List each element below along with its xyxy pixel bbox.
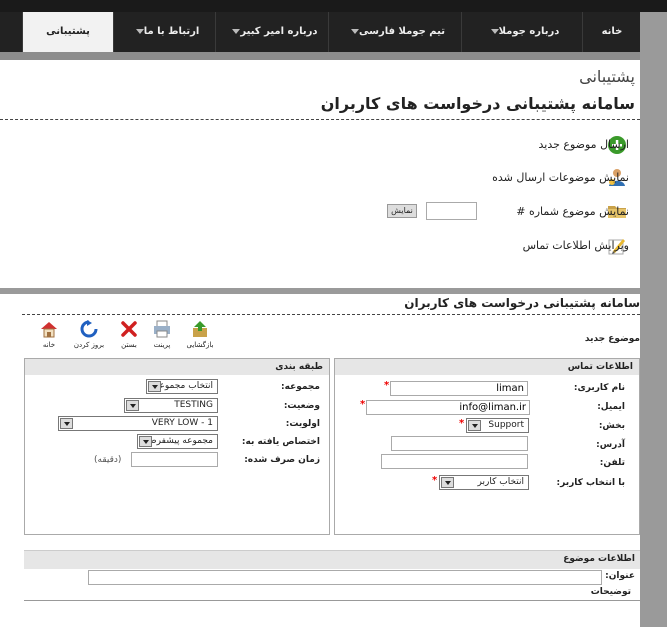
assign-select[interactable]: مجموعه پیشفرض xyxy=(137,434,218,449)
status-select[interactable]: TESTING xyxy=(124,398,218,413)
home-label: خانه xyxy=(42,341,56,349)
nav-tab-amirkabir[interactable]: درباره امیر کبیر xyxy=(215,12,328,52)
nav-tab-support[interactable]: پشتیبانی xyxy=(22,12,113,52)
username-label: نام کاربری: xyxy=(573,383,625,393)
section-gap xyxy=(0,288,640,294)
home-icon[interactable] xyxy=(40,320,58,338)
address-input[interactable] xyxy=(391,436,528,451)
close-icon[interactable] xyxy=(120,320,138,338)
time-spent-input[interactable] xyxy=(131,452,218,467)
chevron-down-icon[interactable] xyxy=(468,420,481,431)
title-divider xyxy=(0,119,640,120)
refresh-label: بروز کردن xyxy=(73,341,105,349)
time-spent-label: زمان صرف شده: xyxy=(244,455,320,465)
email-input[interactable] xyxy=(366,400,530,415)
description-label: توضیحات xyxy=(590,587,631,597)
nav-tab-team[interactable]: تیم جوملا فارسی xyxy=(328,12,461,52)
top-strip xyxy=(0,0,667,12)
chevron-down-icon[interactable] xyxy=(139,436,152,447)
nav-tab-contact[interactable]: ارتباط با ما xyxy=(113,12,215,52)
contact-panel-heading: اطلاعات تماس xyxy=(335,359,639,375)
description-editor[interactable] xyxy=(24,600,640,601)
nav-tab-home[interactable]: خانه xyxy=(582,12,641,52)
refresh-icon[interactable] xyxy=(80,320,98,338)
department-select[interactable]: Support xyxy=(466,418,529,433)
assign-label: اختصاص یافته به: xyxy=(241,437,320,447)
topic-number-input[interactable] xyxy=(426,202,477,220)
priority-label: اولویت: xyxy=(285,419,320,429)
page-title: سامانه پشتیبانی درخواست های کاربران xyxy=(320,94,635,113)
required-marker: * xyxy=(459,418,465,429)
chevron-down-icon xyxy=(490,28,499,34)
back-label: بازگشایی xyxy=(186,341,214,349)
topic-title-label: عنوان: xyxy=(605,571,635,581)
phone-input[interactable] xyxy=(381,454,528,469)
chevron-down-icon xyxy=(135,28,144,34)
form-title: سامانه پشتیبانی درخواست های کاربران xyxy=(404,296,640,310)
form-title-divider xyxy=(22,314,640,315)
required-marker: * xyxy=(384,380,390,391)
select-user-label: با انتخاب کاربر: xyxy=(556,478,625,488)
category-panel-heading: طبقه بندی xyxy=(25,359,329,375)
topic-info-heading: اطلاعات موضوع xyxy=(563,554,635,564)
show-topic-number-label: نمایش موضوع شماره # xyxy=(516,205,629,218)
back-icon[interactable] xyxy=(191,320,209,338)
chevron-down-icon[interactable] xyxy=(148,381,161,392)
edit-contact-link[interactable]: ویرایش اطلاعات تماس xyxy=(523,239,629,252)
right-margin xyxy=(640,12,667,627)
department-label: بخش: xyxy=(598,421,625,431)
address-label: آدرس: xyxy=(596,440,625,450)
phone-label: تلفن: xyxy=(599,458,625,468)
chevron-down-icon xyxy=(351,28,360,34)
form-subtitle: موضوع جدید xyxy=(584,334,640,344)
main-nav: خانه درباره جوملا تیم جوملا فارسی درباره… xyxy=(0,12,640,52)
username-input[interactable] xyxy=(390,381,528,396)
chevron-down-icon[interactable] xyxy=(60,418,73,429)
show-topic-button[interactable]: نمایش xyxy=(387,204,417,218)
support-heading: پشتیبانی xyxy=(579,67,635,86)
email-label: ایمیل: xyxy=(597,402,625,412)
group-label: مجموعه: xyxy=(281,382,320,392)
status-label: وضعیت: xyxy=(283,401,320,411)
required-marker: * xyxy=(360,399,366,410)
chevron-down-icon[interactable] xyxy=(441,477,454,488)
new-topic-link[interactable]: ارسال موضوع جدید xyxy=(539,138,630,151)
time-unit: (دقیقه) xyxy=(94,455,122,465)
select-user-select[interactable]: انتخاب کاربر xyxy=(439,475,529,490)
required-marker: * xyxy=(432,475,438,486)
print-label: پرینت xyxy=(153,341,171,349)
print-icon[interactable] xyxy=(153,320,171,338)
priority-select[interactable]: VERY LOW - 1 xyxy=(58,416,218,431)
close-label: بستن xyxy=(121,341,137,349)
chevron-down-icon[interactable] xyxy=(126,400,139,411)
topic-info-bar: اطلاعات موضوع xyxy=(24,550,640,569)
nav-tab-about-joomla[interactable]: درباره جوملا xyxy=(461,12,582,52)
group-select[interactable]: انتخاب مجموعه xyxy=(146,379,218,394)
show-topics-link[interactable]: نمایش موضوعات ارسال شده xyxy=(492,171,629,184)
topic-title-input[interactable] xyxy=(88,570,602,585)
